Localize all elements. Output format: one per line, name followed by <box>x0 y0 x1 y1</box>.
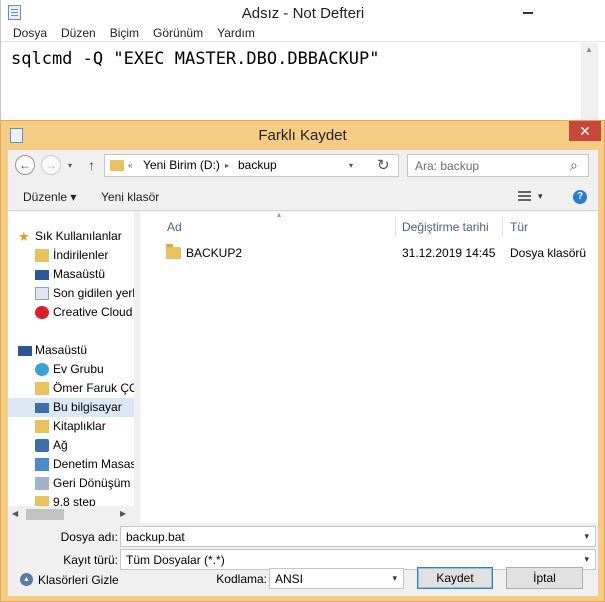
file-type: Dosya klasörü <box>510 246 587 260</box>
recycle-bin-icon <box>35 477 49 490</box>
chevron-down-icon[interactable]: ▾ <box>538 191 543 202</box>
filetype-value: Tüm Dosyalar (*.*) <box>126 553 225 567</box>
organize-button[interactable]: Düzenle ▾ <box>23 190 76 204</box>
file-list: ▴ Ad Değiştirme tarihi Tür BACKUP2 31.12… <box>140 210 598 523</box>
address-segment-drive[interactable]: Yeni Birim (D:) <box>143 158 220 173</box>
refresh-icon[interactable]: ↻ <box>377 155 390 176</box>
cancel-button[interactable]: İptal <box>506 567 583 589</box>
nav-horizontal-scrollbar[interactable]: ◀ ▶ <box>8 506 134 523</box>
notepad-text-area[interactable]: sqlcmd -Q "EXEC MASTER.DBO.DBBACKUP" <box>1 43 581 130</box>
dialog-body: ← → ▾ ↑ « Yeni Birim (D:) ▸ backup ▾ ↻ A… <box>8 150 598 596</box>
hide-folders-label: Klasörleri Gizle <box>38 573 119 587</box>
nav-item-creative-cloud[interactable]: Creative Cloud Fi <box>8 303 134 322</box>
scroll-right-icon[interactable]: ▶ <box>120 509 126 518</box>
menu-view[interactable]: Görünüm <box>146 25 210 41</box>
up-arrow-icon[interactable]: ↑ <box>88 155 95 175</box>
sort-indicator-icon: ▴ <box>277 210 282 219</box>
file-date: 31.12.2019 14:45 <box>402 246 496 260</box>
nav-item-favorites[interactable]: ★ Sık Kullanılanlar <box>8 227 134 246</box>
nav-item-recent[interactable]: Son gidilen yerler <box>8 284 134 303</box>
column-header-date[interactable]: Değiştirme tarihi <box>402 220 489 234</box>
chevron-up-icon: ▲ <box>20 573 33 586</box>
forward-button[interactable]: → <box>41 155 61 175</box>
scroll-left-icon[interactable]: ◀ <box>12 509 18 518</box>
control-panel-icon <box>35 458 49 471</box>
notepad-menubar: Dosya Düzen Biçim Görünüm Yardım <box>1 25 605 42</box>
column-divider[interactable] <box>395 216 396 237</box>
downloads-icon <box>35 249 49 262</box>
filetype-label: Kayıt türü: <box>63 553 118 567</box>
new-folder-button[interactable]: Yeni klasör <box>101 190 159 204</box>
save-as-dialog: Farklı Kaydet ✕ ← → ▾ ↑ « Yeni Birim (D:… <box>0 120 605 602</box>
search-icon[interactable]: ⌕ <box>570 157 578 174</box>
notepad-titlebar: Adsız - Not Defteri <box>1 0 605 25</box>
menu-file[interactable]: Dosya <box>6 25 54 41</box>
nav-item-user[interactable]: Ömer Faruk ÇOL <box>8 379 134 398</box>
filename-value: backup.bat <box>126 530 185 544</box>
nav-item-homegroup[interactable]: Ev Grubu <box>8 360 134 379</box>
toolbar: Düzenle ▾ Yeni klasör ▾ ? <box>8 183 598 211</box>
network-icon <box>35 439 49 452</box>
encoding-select[interactable]: ANSI ▾ <box>269 568 404 589</box>
nav-item-this-pc[interactable]: Bu bilgisayar <box>8 398 134 417</box>
encoding-value: ANSI <box>275 572 304 586</box>
menu-format[interactable]: Biçim <box>103 25 146 41</box>
back-button[interactable]: ← <box>15 155 35 175</box>
nav-item-recycle-bin[interactable]: Geri Dönüşüm Ku <box>8 474 134 493</box>
nav-item-desktop-root[interactable]: Masaüstü <box>8 341 134 360</box>
minimize-icon[interactable] <box>514 0 542 22</box>
filename-field[interactable]: backup.bat ▾ <box>120 526 596 547</box>
menu-edit[interactable]: Düzen <box>54 25 103 41</box>
history-dropdown-icon[interactable]: ▾ <box>68 156 72 176</box>
address-separator[interactable]: ▸ <box>225 158 229 173</box>
chevron-down-icon[interactable]: ▾ <box>584 531 589 542</box>
nav-item-libraries[interactable]: Kitaplıklar <box>8 417 134 436</box>
table-row[interactable]: BACKUP2 31.12.2019 14:45 Dosya klasörü <box>140 240 598 260</box>
dialog-titlebar: Farklı Kaydet ✕ <box>1 121 604 149</box>
column-header-type[interactable]: Tür <box>510 220 528 234</box>
address-segment-folder[interactable]: backup <box>238 158 277 173</box>
creative-cloud-icon <box>35 306 49 319</box>
save-button[interactable]: Kaydet <box>417 567 493 589</box>
view-options-icon[interactable] <box>518 191 531 202</box>
chevron-down-icon[interactable]: ▾ <box>584 554 589 565</box>
nav-item-folder[interactable]: 9.8 step <box>8 493 134 507</box>
scroll-thumb[interactable] <box>26 509 64 520</box>
nav-item-desktop[interactable]: Masaüstü <box>8 265 134 284</box>
homegroup-icon <box>35 363 49 376</box>
column-header-name[interactable]: Ad <box>167 220 182 234</box>
encoding-label: Kodlama: <box>216 572 267 586</box>
address-chevron[interactable]: « <box>128 158 132 173</box>
user-icon <box>35 382 49 395</box>
recent-icon <box>35 287 49 300</box>
menu-help[interactable]: Yardım <box>210 25 262 41</box>
search-input[interactable]: Ara: backup ⌕ <box>407 154 589 177</box>
address-bar[interactable]: « Yeni Birim (D:) ▸ backup ▾ ↻ <box>104 154 399 177</box>
desktop-icon <box>35 270 49 280</box>
dialog-title: Farklı Kaydet <box>258 127 347 144</box>
notepad-window: Adsız - Not Defteri Dosya Düzen Biçim Gö… <box>0 0 605 130</box>
nav-item-downloads[interactable]: İndirilenler <box>8 246 134 265</box>
chevron-down-icon[interactable]: ▾ <box>349 158 353 173</box>
help-icon[interactable]: ? <box>573 190 587 204</box>
file-name: BACKUP2 <box>186 246 243 260</box>
search-placeholder: Ara: backup <box>415 159 480 173</box>
libraries-icon <box>35 420 49 433</box>
filename-label: Dosya adı: <box>60 530 118 544</box>
desktop-icon <box>18 346 32 356</box>
close-button[interactable]: ✕ <box>569 121 601 141</box>
notepad-content: sqlcmd -Q "EXEC MASTER.DBO.DBBACKUP" <box>11 49 380 69</box>
folder-icon <box>110 160 124 171</box>
notepad-scrollbar[interactable] <box>581 43 598 130</box>
star-icon: ★ <box>18 229 30 244</box>
column-divider[interactable] <box>502 216 503 237</box>
nav-item-control-panel[interactable]: Denetim Masası <box>8 455 134 474</box>
folder-icon <box>166 244 181 259</box>
navigation-pane: ★ Sık Kullanılanlar İndirilenler Masaüst… <box>8 212 134 523</box>
nav-item-network[interactable]: Ağ <box>8 436 134 455</box>
computer-icon <box>35 403 49 413</box>
chevron-down-icon[interactable]: ▾ <box>392 573 397 584</box>
